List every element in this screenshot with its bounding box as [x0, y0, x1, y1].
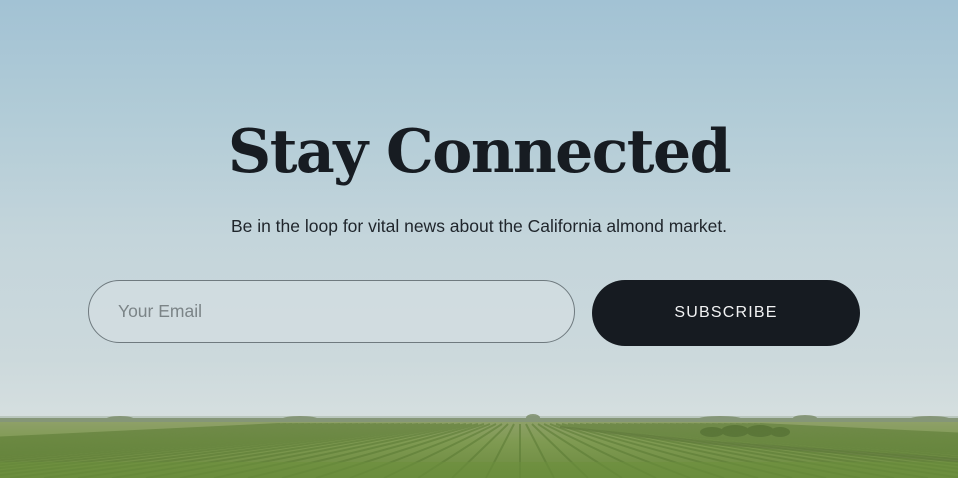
almond-orchard-background-image — [0, 414, 958, 478]
newsletter-description: Be in the loop for vital news about the … — [230, 216, 728, 236]
page-title: Stay Connected — [227, 117, 732, 187]
subscribe-button[interactable]: SUBSCRIBE — [592, 280, 860, 346]
email-field[interactable] — [88, 280, 575, 343]
newsletter-section: Stay Connected Be in the loop for vital … — [0, 0, 958, 478]
